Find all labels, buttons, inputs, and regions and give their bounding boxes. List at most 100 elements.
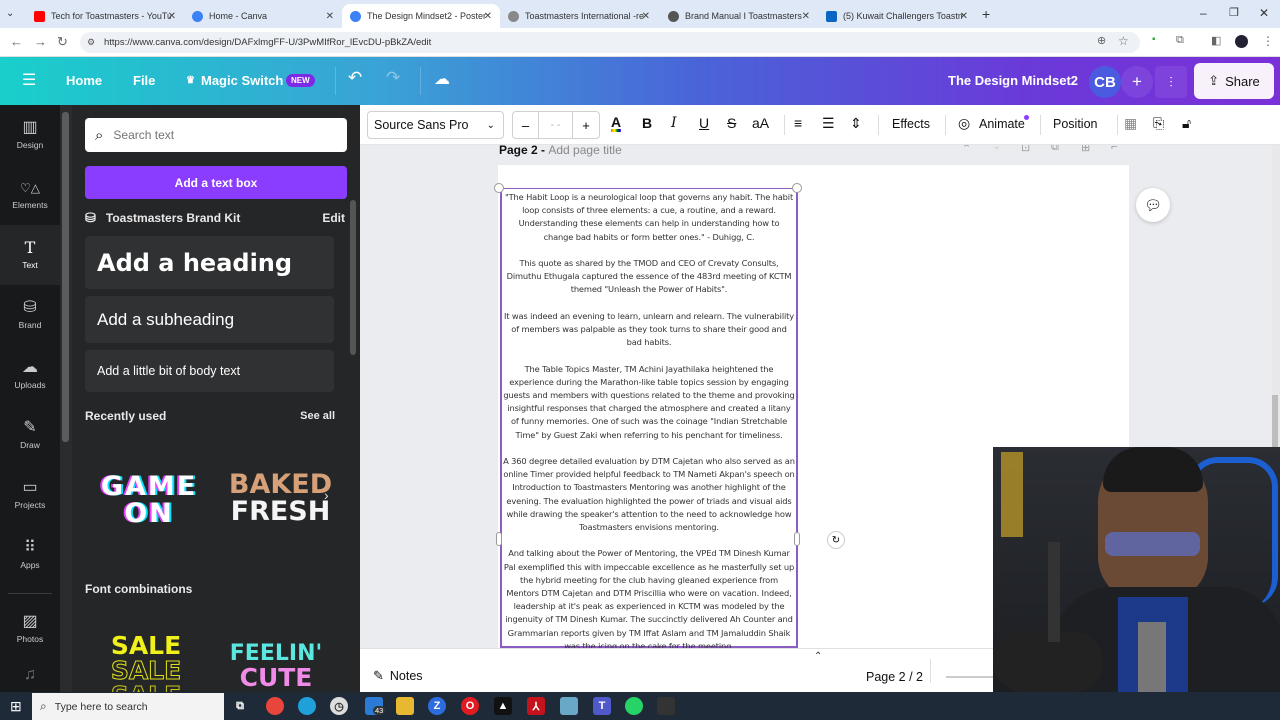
spacing-icon[interactable]: ⇕	[850, 115, 862, 132]
file-menu-button[interactable]: File	[133, 73, 155, 88]
text-color-icon[interactable]: A	[611, 115, 622, 132]
extension-icon[interactable]: ▪	[1152, 34, 1156, 45]
teams-icon[interactable]: T	[593, 697, 611, 715]
page-title-input[interactable]: Add page title	[548, 145, 621, 157]
rail-item-photos[interactable]: ▨ Photos	[0, 599, 60, 659]
rail-item-draw[interactable]: ✎ Draw	[0, 405, 60, 465]
effects-button[interactable]: Effects	[892, 117, 930, 131]
davinci-icon[interactable]	[657, 697, 675, 715]
paragraph[interactable]: This quote as shared by the TMOD and CEO…	[503, 257, 795, 297]
template-feelin-cute[interactable]: FEELIN' CUTE	[224, 643, 328, 691]
close-tab-icon[interactable]: ✕	[168, 11, 176, 22]
notepad-icon[interactable]	[560, 697, 578, 715]
see-all-link[interactable]: See all	[300, 410, 335, 422]
restore-icon[interactable]: ❐	[1229, 6, 1239, 19]
list-icon[interactable]: ☰	[822, 115, 835, 132]
windows-start-icon[interactable]: ⊞	[10, 698, 22, 715]
rail-item-uploads[interactable]: ☁ Uploads	[0, 345, 60, 405]
zoom-app-icon[interactable]: Z	[428, 697, 446, 715]
bookmark-star-icon[interactable]: ☆	[1118, 34, 1129, 48]
task-view-icon[interactable]: ⧉	[231, 697, 249, 715]
close-window-icon[interactable]: ✕	[1259, 6, 1269, 20]
rail-item-text[interactable]: T Text	[0, 225, 60, 285]
add-page-icon[interactable]: ⌐	[1111, 145, 1117, 153]
page-up-icon[interactable]: ⌃	[962, 145, 971, 155]
reload-icon[interactable]: ↻	[57, 34, 68, 50]
clock-icon[interactable]: ◷	[330, 697, 348, 715]
paragraph[interactable]: "The Habit Loop is a neurological loop t…	[503, 191, 795, 244]
canvas-scrollbar-thumb[interactable]	[1272, 395, 1278, 447]
opera-icon[interactable]: O	[461, 697, 479, 715]
user-avatar[interactable]: CB	[1089, 66, 1121, 98]
add-heading-button[interactable]: Add a heading	[85, 236, 334, 289]
file-explorer-icon[interactable]	[396, 697, 414, 715]
share-button[interactable]: ⇪ Share	[1194, 63, 1274, 99]
menu-icon[interactable]: ☰	[22, 70, 36, 90]
undo-icon[interactable]: ↶	[348, 68, 362, 88]
close-tab-icon[interactable]: ✕	[960, 11, 968, 22]
add-collaborator-button[interactable]: +	[1121, 66, 1153, 98]
panel-scrollbar[interactable]	[348, 105, 360, 692]
close-tab-icon[interactable]: ✕	[802, 11, 810, 22]
url-field[interactable]: ⚙ https://www.canva.com/design/DAFxlmgFF…	[80, 32, 1140, 53]
insights-chart-icon[interactable]: ⫶	[1155, 66, 1187, 98]
cloud-saved-icon[interactable]: ☁	[434, 69, 450, 89]
position-button[interactable]: Position	[1053, 117, 1097, 131]
transparency-icon[interactable]: ▦	[1124, 115, 1137, 132]
panel-scrollbar-thumb[interactable]	[350, 200, 356, 355]
side-panel-icon[interactable]: ◧	[1211, 34, 1221, 47]
delete-page-icon[interactable]: ⊞	[1081, 145, 1090, 154]
rail-item-design[interactable]: ▥ Design	[0, 105, 60, 165]
paint-roller-icon[interactable]: ⎘	[1153, 115, 1164, 132]
close-tab-icon[interactable]: ✕	[326, 11, 334, 22]
profile-avatar[interactable]	[1235, 35, 1248, 48]
rail-item-brand[interactable]: ⛁ Brand	[0, 285, 60, 345]
search-text-field[interactable]: ⌕	[85, 118, 347, 152]
resize-handle[interactable]	[494, 183, 504, 193]
font-family-select[interactable]: Source Sans Pro ⌄	[367, 111, 504, 139]
tab-search-icon[interactable]: ⌄	[6, 8, 14, 19]
add-subheading-button[interactable]: Add a subheading	[85, 296, 334, 343]
resize-handle[interactable]	[794, 532, 800, 546]
magic-switch-button[interactable]: Magic Switch	[201, 73, 283, 88]
add-body-text-button[interactable]: Add a little bit of body text	[85, 350, 334, 392]
browser-tab[interactable]: Brand Manual I Toastmasters I ✕	[660, 4, 818, 28]
browser-tab[interactable]: (5) Kuwait Challengers Toastm ✕	[818, 4, 976, 28]
browser-tab[interactable]: Home - Canva ✕	[184, 4, 342, 28]
back-icon[interactable]: ←	[10, 34, 23, 49]
template-baked-fresh[interactable]: BAKED FRESH	[228, 471, 333, 525]
add-text-box-button[interactable]: Add a text box	[85, 166, 347, 199]
bold-icon[interactable]: B	[642, 115, 652, 131]
home-button[interactable]: Home	[66, 73, 102, 88]
strikethrough-icon[interactable]: S	[727, 115, 736, 131]
redo-icon[interactable]: ↷	[386, 68, 400, 88]
paragraph[interactable]: The Table Topics Master, TM Achini Jayat…	[503, 363, 795, 442]
letter-case-icon[interactable]: aA	[752, 115, 769, 131]
carousel-next-icon[interactable]: ›	[324, 487, 329, 503]
notes-button[interactable]: ✎ Notes	[373, 668, 423, 684]
font-size-input[interactable]: - -	[539, 112, 573, 138]
rail-item-projects[interactable]: ▭ Projects	[0, 465, 60, 525]
browser-tab[interactable]: Toastmasters International -re ✕	[500, 4, 658, 28]
zoom-slider[interactable]	[946, 676, 996, 678]
edge-icon[interactable]	[298, 697, 316, 715]
brand-kit-edit-link[interactable]: Edit	[322, 211, 345, 225]
rail-item-audio[interactable]: ♫	[0, 655, 60, 695]
taskbar-search-field[interactable]: ⌕ Type here to search	[32, 693, 224, 720]
browser-tab[interactable]: Tech for Toastmasters - YouTu ✕	[26, 4, 184, 28]
forward-icon[interactable]: →	[34, 34, 47, 49]
design-title[interactable]: The Design Mindset2	[948, 73, 1078, 88]
duplicate-page-icon[interactable]: ⧉	[1051, 145, 1059, 154]
whatsapp-icon[interactable]	[625, 697, 643, 715]
rail-scrollbar-thumb[interactable]	[62, 112, 69, 442]
minimize-icon[interactable]: –	[1200, 6, 1207, 20]
site-settings-icon[interactable]: ⚙	[87, 37, 95, 48]
page-title[interactable]: Page 2 - Add page title	[499, 145, 622, 157]
increase-font-size-button[interactable]: +	[573, 112, 599, 138]
zoom-icon[interactable]: ⊕	[1097, 34, 1106, 47]
paragraph[interactable]: A 360 degree detailed evaluation by DTM …	[503, 455, 795, 534]
page-count[interactable]: Page 2 / 2	[866, 670, 923, 684]
animate-button[interactable]: Animate	[979, 117, 1025, 131]
rotate-handle-icon[interactable]: ↻	[827, 531, 845, 549]
search-text-input[interactable]	[113, 128, 314, 142]
